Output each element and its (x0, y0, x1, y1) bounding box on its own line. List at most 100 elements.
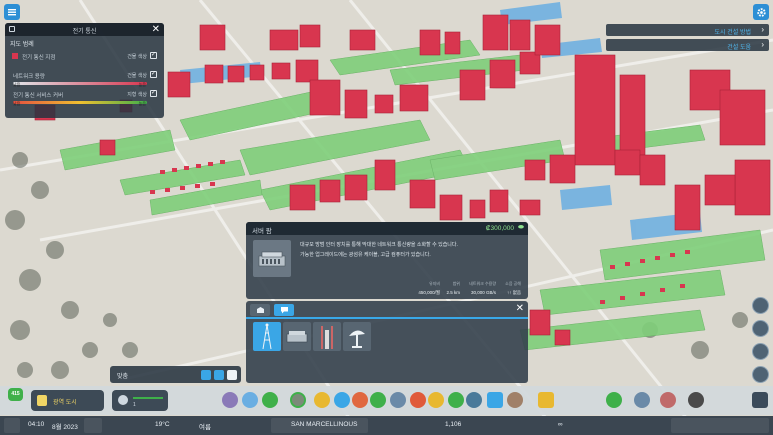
tab-buildings[interactable] (250, 304, 270, 316)
transport-icon[interactable] (448, 392, 464, 408)
landmark-icon[interactable] (507, 392, 523, 408)
milestone-button[interactable]: 광역 도시 (31, 390, 104, 411)
legend-row-mode: 건물 색상 (127, 73, 147, 79)
stat-key: 유지비 (428, 281, 440, 286)
legend-row-mode: 지형 색상 (127, 92, 147, 98)
coin-icon: ⬬ (518, 224, 524, 231)
chevron-right-icon: › (761, 25, 764, 34)
building-price: ₡300,000 (485, 225, 514, 232)
landscaping-icon[interactable] (262, 392, 278, 408)
legend-row-telecom-coverage: 전기 통신 서비스 커버 지형 색상 ✓ 낮음 높음 (10, 89, 159, 108)
chat-bubble-icon (280, 307, 288, 314)
legend-swatch (12, 53, 18, 59)
map-tiles-icon[interactable] (634, 392, 650, 408)
stat-value: ↑↑ 없음 (506, 290, 521, 295)
gradient-low-label: 낮음 (13, 82, 21, 87)
building-icon (256, 307, 264, 313)
building-thumbnail (253, 240, 291, 277)
dev-tree-icon (118, 395, 128, 405)
detail-header: 서버 팜 ₡300,000 ⬬ (246, 222, 528, 235)
stat-value: 2.5 km (446, 290, 460, 295)
satellite-dish-icon (349, 330, 365, 348)
roads-icon[interactable] (290, 392, 306, 408)
happiness-indicators[interactable] (671, 418, 769, 433)
stat-value: 450,000/월 (418, 290, 440, 295)
info-panel-title: 전기 통신 (72, 29, 97, 35)
tab-telecom[interactable] (274, 304, 294, 316)
asset-transmitter-tower-2[interactable] (313, 322, 341, 351)
education-icon[interactable] (390, 392, 406, 408)
electricity-icon[interactable] (314, 392, 330, 408)
legend-toggle-checkbox[interactable]: ✓ (150, 71, 157, 78)
antenna-icon (321, 326, 333, 349)
asset-picker-close-button[interactable]: ✕ (516, 303, 524, 314)
speed-button[interactable] (84, 418, 102, 433)
asset-transmitter-tower[interactable] (253, 322, 281, 351)
info-panel-header: 전기 통신 ✕ (5, 23, 164, 36)
gradient-low-label: 낮음 (13, 101, 21, 106)
development-points-button[interactable]: 1 (112, 390, 168, 411)
nav-label: 건설 도움 (727, 45, 751, 51)
legend-toggle-checkbox[interactable]: ✓ (150, 52, 157, 59)
asset-satellite-dish[interactable] (343, 322, 371, 351)
legend-row-network-capacity: 네트워크 용량 건물 색상 ✓ 낮음 높음 (10, 70, 159, 89)
fire-icon[interactable] (410, 392, 426, 408)
building-detail-panel: 서버 팜 ₡300,000 ⬬ 대규모 방범 인터 장치를 통해 막대한 네트워… (246, 222, 528, 299)
photo-mode-button[interactable] (752, 297, 769, 314)
star-icon-button[interactable] (201, 370, 211, 380)
building-description-1: 대규모 방범 인터 장치를 통해 막대한 네트워크 통신량을 소화할 수 있습니… (300, 242, 458, 248)
population-badge[interactable]: 415 (8, 388, 23, 401)
legend-row-mode: 건물 색상 (127, 54, 147, 60)
link-icon-button[interactable] (227, 370, 237, 380)
game-time: 04:10 (28, 421, 45, 428)
stat-key: 네트워크 수용량 (469, 281, 496, 286)
grid-icon-button[interactable] (214, 370, 224, 380)
play-button[interactable] (4, 418, 20, 433)
capacity-gradient-bar (13, 82, 147, 85)
server-farm-icon (286, 331, 308, 343)
building-help-link[interactable]: 건설 도움 › (606, 39, 769, 51)
chirper-icon[interactable] (688, 392, 704, 408)
garbage-icon[interactable] (370, 392, 386, 408)
tab-underline (246, 317, 528, 319)
zoning-icon[interactable] (222, 392, 238, 408)
advisor-button[interactable] (752, 343, 769, 360)
main-menu-button[interactable] (4, 4, 20, 20)
city-name: SAN MARCELLINOUS (291, 421, 358, 428)
dev-progress-bar (133, 397, 163, 399)
police-icon[interactable] (428, 392, 444, 408)
coverage-gradient-bar (13, 101, 147, 104)
citizen-button[interactable] (752, 320, 769, 337)
legend-row-label: 전기 통신 지점 (22, 55, 56, 61)
asset-server-farm[interactable] (283, 322, 311, 351)
dev-points-value: 1 (133, 402, 136, 408)
stat-upkeep: 유지비 450,000/월 (418, 281, 440, 296)
settings-button[interactable] (753, 4, 769, 20)
health-icon[interactable] (352, 392, 368, 408)
building-description-2: 가능한 업그레이드에는 광섬유 케이블, 고급 컴퓨터가 있습니다. (300, 252, 431, 258)
asset-picker-panel: ✕ (246, 301, 528, 383)
milestone-label: 광역 도시 (53, 400, 77, 406)
status-bar: 04:10 8월 2023 19°C 여름 SAN MARCELLINOUS 1… (0, 416, 773, 435)
stat-network-capacity: 네트워크 수용량 30,000 GB/s (469, 281, 496, 295)
menu-icon (8, 9, 16, 16)
game-date: 8월 2023 (52, 424, 78, 431)
brush-options-panel: 맞춤 (110, 366, 241, 383)
telecom-icon[interactable] (487, 392, 503, 408)
legend-toggle-checkbox[interactable]: ✓ (150, 90, 157, 97)
economy-icon[interactable] (538, 392, 554, 408)
building-name: 서버 팜 (252, 228, 272, 235)
gradient-high-label: 높음 (138, 101, 146, 106)
progression-icon[interactable] (660, 392, 676, 408)
legend-row-label: 네트워크 용량 (13, 74, 45, 80)
camera-icon[interactable] (752, 392, 768, 408)
city-building-guide-link[interactable]: 도시 건설 방법 › (606, 24, 769, 36)
water-icon[interactable] (334, 392, 350, 408)
trophy-icon (37, 395, 47, 406)
area-icon[interactable] (242, 392, 258, 408)
parks-icon[interactable] (466, 392, 482, 408)
radio-button[interactable] (752, 366, 769, 383)
bulldoze-icon[interactable] (606, 392, 622, 408)
stat-noise-pollution: 소음 공해 ↑↑ 없음 (505, 281, 521, 296)
info-panel-close-button[interactable]: ✕ (152, 24, 160, 35)
